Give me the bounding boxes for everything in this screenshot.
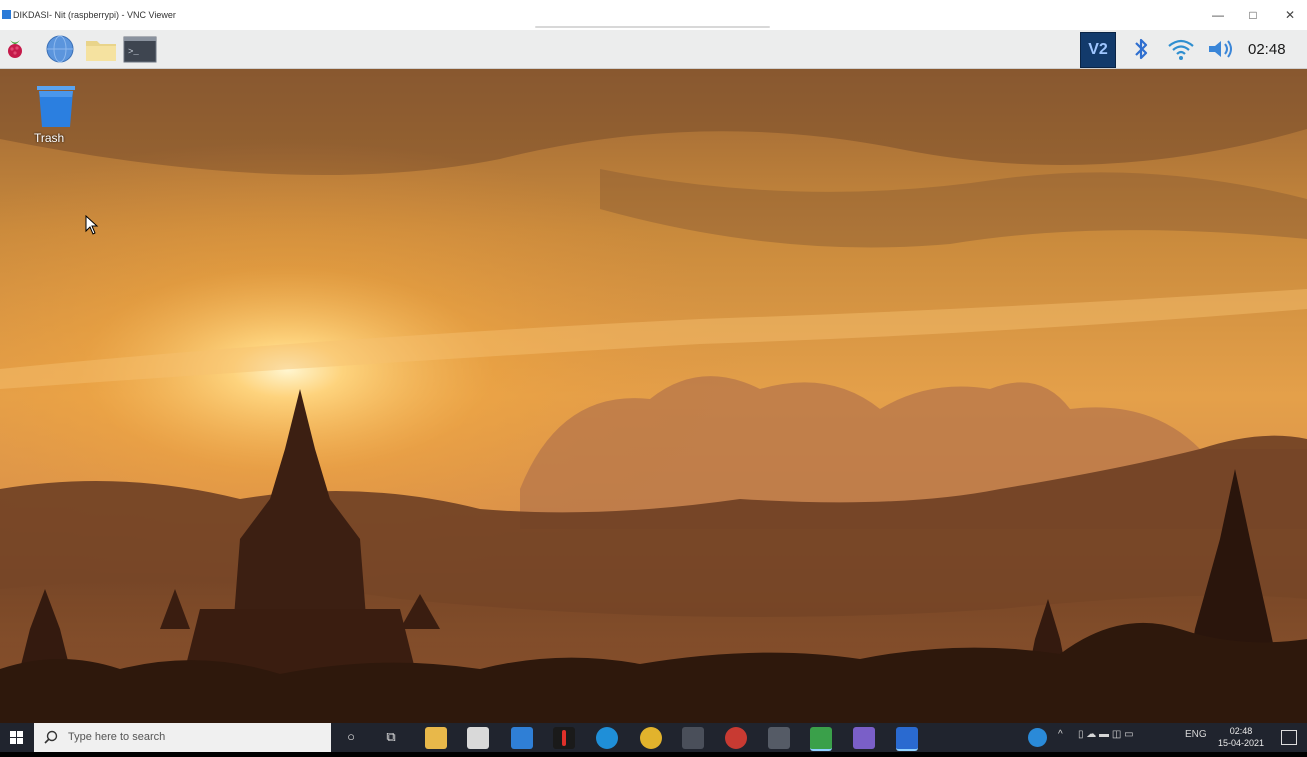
toolbar-handle[interactable] (535, 26, 770, 28)
settings-app-icon[interactable] (853, 727, 875, 749)
vnc-server-tray-icon[interactable]: V2 (1080, 32, 1116, 68)
web-browser-launcher[interactable] (44, 34, 76, 64)
taskbar-time: 02:48 (1229, 726, 1253, 736)
rpi-top-panel: >_ V2 02:48 (0, 30, 1307, 69)
search-icon (44, 730, 58, 744)
vnc-app-icon (2, 10, 11, 19)
taskbar-clock[interactable]: 02:48 15-04-2021 (1216, 725, 1266, 749)
file-explorer-icon[interactable] (425, 727, 447, 749)
svg-text:>_: >_ (128, 47, 139, 57)
minimize-button[interactable]: — (1205, 6, 1231, 24)
windows-logo-icon (10, 731, 23, 744)
chrome-browser-icon[interactable] (640, 727, 662, 749)
vnc-viewer-taskbar-icon[interactable] (896, 727, 918, 751)
raspberry-icon (8, 40, 22, 58)
weather-icon[interactable] (1028, 728, 1047, 747)
windows-taskbar: Type here to search ○ ⧉ ^ ▯ ☁ ▬ ◫ ▭ ENG … (0, 723, 1307, 752)
media-app-icon[interactable] (553, 727, 575, 749)
folder-icon (86, 41, 116, 61)
cortana-icon[interactable]: ○ (340, 729, 362, 744)
wallpaper-image (0, 69, 1307, 723)
raspberry-menu-button[interactable] (4, 34, 26, 64)
desktop[interactable]: Trash (0, 69, 1307, 723)
trash-icon[interactable] (33, 83, 79, 129)
trash-label: Trash (34, 131, 65, 145)
store-icon[interactable] (467, 727, 489, 749)
volume-icon[interactable] (1206, 36, 1236, 62)
tray-overflow-chevron-icon[interactable]: ^ (1058, 729, 1063, 740)
bluetooth-icon[interactable] (1130, 36, 1152, 62)
notification-center-icon[interactable] (1281, 730, 1297, 745)
tray-icons-group[interactable]: ▯ ☁ ▬ ◫ ▭ (1078, 729, 1134, 740)
taskbar-search-box[interactable]: Type here to search (34, 723, 331, 752)
start-button[interactable] (0, 723, 34, 752)
taskbar-date: 15-04-2021 (1217, 738, 1265, 748)
mail-icon[interactable] (511, 727, 533, 749)
share-app-icon[interactable] (682, 727, 704, 749)
mouse-cursor-icon (85, 215, 99, 235)
window-title: DIKDASI- Nit (raspberrypi) - VNC Viewer (13, 10, 176, 20)
task-view-icon[interactable]: ⧉ (380, 729, 402, 745)
terminal-icon: >_ (123, 36, 157, 63)
file-manager-launcher[interactable] (84, 34, 118, 64)
record-app-icon[interactable] (725, 727, 747, 749)
wifi-icon[interactable] (1166, 36, 1196, 62)
window-app-icon[interactable] (768, 727, 790, 749)
panel-clock[interactable]: 02:48 (1248, 41, 1286, 58)
photos-app-icon[interactable] (810, 727, 832, 751)
globe-icon (46, 35, 74, 63)
edge-browser-icon[interactable] (596, 727, 618, 749)
close-button[interactable]: ✕ (1277, 6, 1303, 24)
terminal-launcher[interactable]: >_ (123, 34, 157, 64)
search-placeholder: Type here to search (68, 731, 166, 743)
maximize-button[interactable]: □ (1240, 6, 1266, 24)
vnc-title-bar: DIKDASI- Nit (raspberrypi) - VNC Viewer … (0, 0, 1307, 30)
language-indicator[interactable]: ENG (1185, 729, 1207, 740)
